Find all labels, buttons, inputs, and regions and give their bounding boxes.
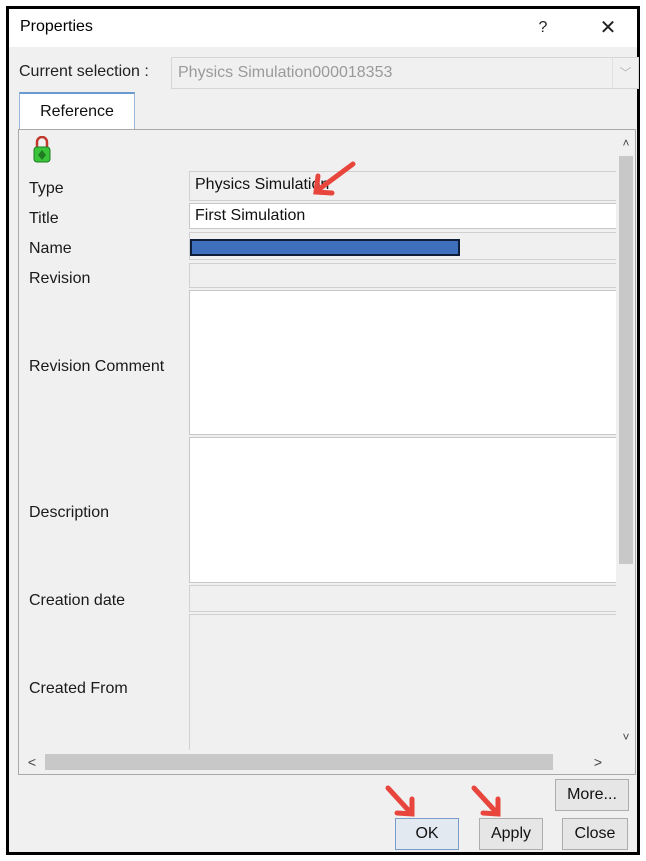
title-bar: Properties ? ✕ [9,9,637,47]
title-label: Title [29,210,59,227]
current-selection-value: Physics Simulation000018353 [178,64,393,81]
title-value: First Simulation [195,207,306,224]
redaction-block [190,239,460,256]
type-field: Physics Simulation [189,171,616,201]
scroll-up-icon[interactable]: ˄ [617,134,635,152]
ok-button[interactable]: OK [395,818,459,850]
type-label: Type [29,180,64,197]
creation-date-field [189,585,616,612]
current-selection-label: Current selection : [19,63,149,80]
vertical-scrollbar[interactable]: ˄ ˅ [617,130,635,750]
tab-reference[interactable]: Reference [19,92,135,130]
creation-date-label: Creation date [29,592,126,609]
type-value: Physics Simulation [195,176,330,193]
scroll-down-icon[interactable]: ˅ [617,728,635,746]
revision-field [189,263,616,288]
horizontal-scrollbar[interactable]: < > [19,750,617,774]
close-button[interactable]: Close [562,818,628,850]
revision-comment-label: Revision Comment [29,358,165,375]
vertical-scroll-thumb[interactable] [619,156,633,564]
description-label: Description [29,504,110,521]
close-window-button[interactable]: ✕ [592,13,624,43]
lock-status-icon [33,136,51,163]
horizontal-scroll-thumb[interactable] [45,754,553,770]
name-field [189,232,616,260]
more-button[interactable]: More... [555,779,629,811]
dialog-title: Properties [20,18,93,35]
title-input[interactable]: First Simulation [189,203,616,229]
created-from-field [189,614,616,750]
description-input[interactable] [189,437,616,583]
revision-label: Revision [29,270,91,287]
reference-panel: Type Physics Simulation Title First Simu… [18,129,636,775]
scroll-left-icon[interactable]: < [23,752,41,772]
revision-comment-input[interactable] [189,290,616,435]
properties-dialog: Properties ? ✕ Current selection : Physi… [6,6,640,855]
created-from-label: Created From [29,680,128,697]
name-label: Name [29,240,72,257]
help-button[interactable]: ? [531,13,555,43]
apply-button[interactable]: Apply [479,818,543,850]
chevron-down-icon[interactable]: ﹀ [612,58,638,88]
current-selection-combo[interactable]: Physics Simulation000018353 ﹀ [171,57,639,89]
scroll-right-icon[interactable]: > [589,752,607,772]
